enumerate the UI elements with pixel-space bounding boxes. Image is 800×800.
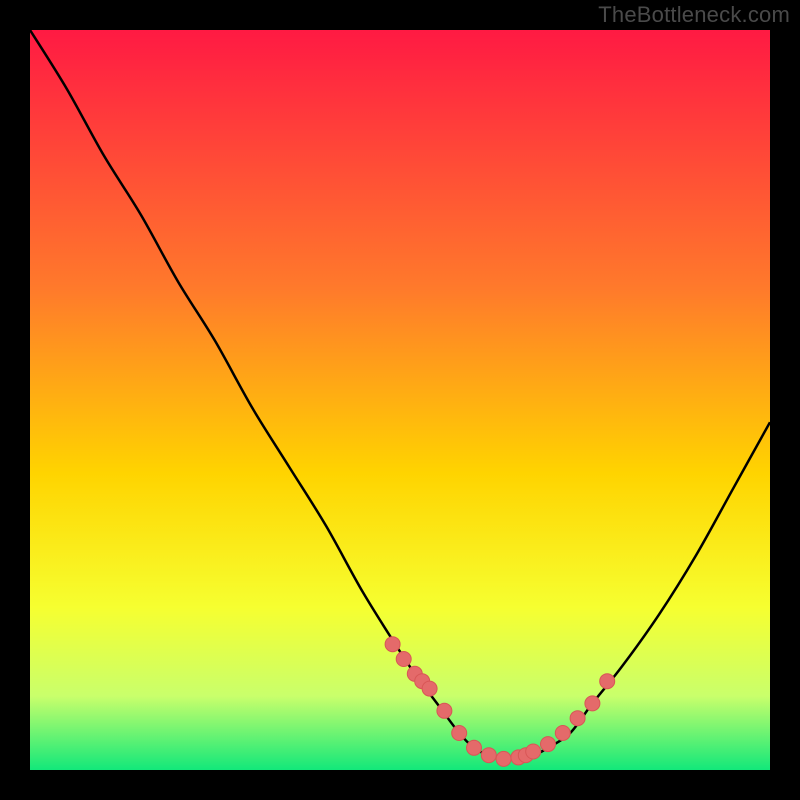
curve-marker [585,696,600,711]
curve-marker [385,637,400,652]
attribution-text: TheBottleneck.com [598,2,790,28]
curve-marker [555,726,570,741]
chart-frame: TheBottleneck.com [0,0,800,800]
plot-area [30,30,770,770]
curve-marker [467,740,482,755]
curve-marker [437,703,452,718]
curve-marker [396,652,411,667]
curve-marker [481,748,496,763]
curve-marker [422,681,437,696]
curve-marker [541,737,556,752]
curve-marker [452,726,467,741]
bottleneck-chart [30,30,770,770]
curve-marker [600,674,615,689]
curve-marker [570,711,585,726]
curve-marker [496,751,511,766]
curve-marker [526,744,541,759]
